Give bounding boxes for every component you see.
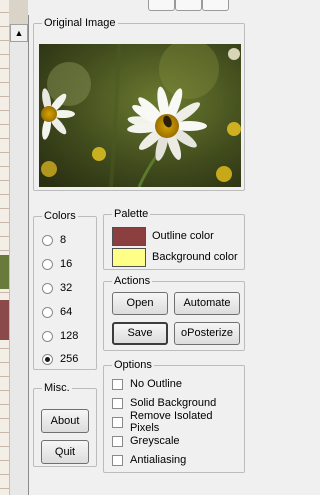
color-option-label: 16 — [60, 258, 73, 270]
posterize-button[interactable]: oPosterize — [174, 322, 240, 345]
close-button[interactable] — [202, 0, 229, 11]
option-antialiasing[interactable]: Antialiasing — [112, 452, 186, 468]
color-option-16[interactable]: 16 — [42, 256, 72, 272]
option-greyscale[interactable]: Greyscale — [112, 433, 180, 449]
color-option-label: 8 — [60, 234, 67, 246]
about-button-label: About — [50, 415, 80, 427]
original-image-label: Original Image — [42, 17, 118, 30]
option-label: Antialiasing — [130, 454, 187, 466]
color-option-64[interactable]: 64 — [42, 304, 72, 320]
quit-button[interactable]: Quit — [41, 440, 89, 464]
maximize-button[interactable] — [175, 0, 202, 11]
option-label: Greyscale — [130, 435, 180, 447]
scroll-up-arrow-icon[interactable]: ▲ — [10, 24, 28, 42]
option-remove-isolated-pixels[interactable]: Remove Isolated Pixels — [112, 410, 244, 434]
radio-button[interactable] — [42, 234, 53, 246]
option-label: Solid Background — [130, 397, 217, 409]
palette-group: Palette Outline color Background color — [103, 208, 245, 270]
radio-button[interactable] — [42, 282, 53, 294]
color-option-128[interactable]: 128 — [42, 328, 78, 344]
actions-label: Actions — [112, 275, 153, 288]
option-label: No Outline — [130, 378, 182, 390]
background-color-swatch[interactable] — [112, 248, 146, 267]
checkbox[interactable] — [112, 454, 123, 466]
vertical-scrollbar[interactable]: ▲ — [9, 24, 28, 495]
save-button[interactable]: Save — [112, 322, 168, 345]
options-group: Options No Outline Solid Background Remo… — [103, 359, 245, 473]
option-no-outline[interactable]: No Outline — [112, 376, 182, 392]
minimize-button[interactable] — [148, 0, 175, 11]
checkbox[interactable] — [112, 397, 123, 409]
misc-group: Misc. About Quit — [33, 382, 97, 467]
actions-group: Actions Open Automate Save oPosterize — [103, 275, 245, 351]
checkbox[interactable] — [112, 435, 123, 447]
quit-button-label: Quit — [54, 446, 76, 458]
color-option-label: 64 — [60, 306, 73, 318]
option-label: Remove Isolated Pixels — [129, 410, 213, 434]
about-button[interactable]: About — [41, 409, 89, 433]
colors-label: Colors — [42, 210, 78, 223]
outline-color-swatch[interactable] — [112, 227, 146, 246]
color-option-label: 32 — [60, 282, 73, 294]
radio-button-selected[interactable] — [42, 353, 53, 365]
checkbox[interactable] — [112, 378, 123, 390]
automate-button[interactable]: Automate — [174, 292, 240, 315]
outline-color-label: Outline color — [152, 230, 214, 242]
option-solid-background[interactable]: Solid Background — [112, 395, 216, 411]
options-label: Options — [112, 359, 154, 372]
background-window-image-fragment — [0, 255, 9, 289]
palette-label: Palette — [112, 208, 151, 221]
posterize-button-label: oPosterize — [181, 327, 233, 339]
open-button-label: Open — [126, 297, 154, 309]
color-option-label: 128 — [60, 330, 79, 342]
misc-label: Misc. — [42, 382, 72, 395]
daisy-photo-image — [39, 44, 241, 187]
original-image-preview — [39, 44, 241, 187]
automate-button-label: Automate — [183, 297, 231, 309]
background-window-strip: ▲ — [0, 0, 29, 495]
checkbox[interactable] — [112, 416, 123, 428]
background-window-image-fragment — [0, 300, 9, 340]
radio-button[interactable] — [42, 258, 53, 270]
radio-button[interactable] — [42, 306, 53, 318]
window-top-edge — [28, 0, 250, 15]
color-option-8[interactable]: 8 — [42, 232, 66, 248]
colors-group: Colors 8 16 32 64 128 256 — [33, 210, 97, 370]
open-button[interactable]: Open — [112, 292, 168, 315]
color-option-label: 256 — [60, 353, 79, 365]
color-option-256[interactable]: 256 — [42, 351, 78, 367]
background-window-content — [0, 0, 9, 495]
save-button-label: Save — [127, 327, 153, 339]
color-option-32[interactable]: 32 — [42, 280, 72, 296]
original-image-group: Original Image — [33, 17, 245, 191]
radio-button[interactable] — [42, 330, 53, 342]
background-color-label: Background color — [152, 251, 238, 263]
